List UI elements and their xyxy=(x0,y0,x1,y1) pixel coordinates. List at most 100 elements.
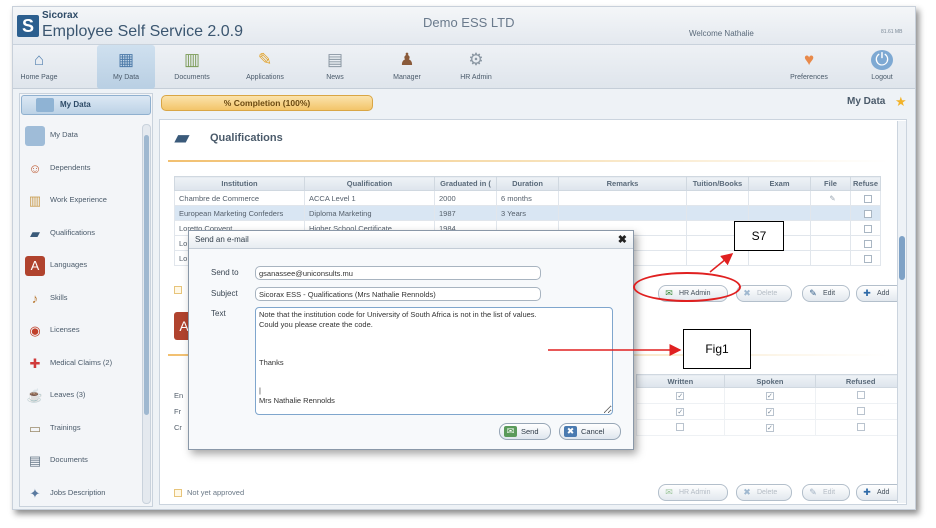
cell xyxy=(558,205,687,221)
sidebar-item-jobs-description[interactable]: ✦ Jobs Description xyxy=(20,478,140,510)
refused-checkbox[interactable] xyxy=(863,239,872,248)
written-checkbox[interactable] xyxy=(676,422,685,431)
cell: ✓ xyxy=(636,387,725,404)
cell xyxy=(748,250,811,266)
cell xyxy=(850,220,881,236)
languages-icon: A xyxy=(25,256,45,276)
written-checkbox[interactable]: ✓ xyxy=(676,408,685,416)
refused-checkbox[interactable] xyxy=(863,254,872,263)
refused-checkbox[interactable] xyxy=(863,209,872,218)
toolbar-news[interactable]: ▤ News xyxy=(317,45,353,89)
cell xyxy=(686,250,749,266)
cell xyxy=(636,419,725,436)
refused-checkbox[interactable] xyxy=(856,406,865,415)
toolbar-mydata[interactable]: ▦ My Data xyxy=(97,45,155,89)
col-duration[interactable]: Duration xyxy=(496,176,559,191)
subject-field[interactable] xyxy=(255,287,541,301)
subject-label: Subject xyxy=(211,289,238,298)
sidebar-item-my-data[interactable]: My Data xyxy=(20,120,140,153)
sidebar-item-licenses[interactable]: ◉ Licenses xyxy=(20,315,140,348)
delete-button-lower[interactable]: ✖ Delete xyxy=(736,484,792,501)
sidebar-item-skills[interactable]: ♪ Skills xyxy=(20,283,140,316)
col-remarks[interactable]: Remarks xyxy=(558,176,687,191)
dependents-icon: ☺ xyxy=(28,160,42,176)
table-row[interactable]: ✓ ✓ xyxy=(636,387,906,404)
logo-icon: S xyxy=(17,15,39,37)
col-exam[interactable]: Exam xyxy=(748,176,811,191)
table-row[interactable]: European Marketing Confeders Diploma Mark… xyxy=(174,205,881,221)
power-icon: ⏻ xyxy=(871,50,893,70)
col-tuition[interactable]: Tuition/Books xyxy=(686,176,749,191)
add-label: Add xyxy=(877,489,890,496)
add-icon: ✚ xyxy=(863,487,871,497)
sidebar-item-work-experience[interactable]: ▥ Work Experience xyxy=(20,185,140,218)
sidebar-scroll-thumb[interactable] xyxy=(144,135,149,415)
send-button[interactable]: ✉ Send xyxy=(499,423,551,440)
mydata-icon: ▦ xyxy=(117,50,135,69)
edit-button[interactable]: ✎ Edit xyxy=(802,285,850,302)
col-institution[interactable]: Institution xyxy=(174,176,305,191)
main-scrollbar[interactable] xyxy=(897,121,906,503)
col-refused[interactable]: Refused xyxy=(815,374,906,388)
legend-swatch xyxy=(174,286,182,295)
sidebar-item-label: Qualifications xyxy=(50,227,96,237)
col-refused[interactable]: Refuse xyxy=(850,176,881,191)
col-spoken[interactable]: Spoken xyxy=(723,374,817,388)
sidebar-item-leaves[interactable]: ☕ Leaves (3) xyxy=(20,380,140,413)
favorite-star-icon[interactable]: ★ xyxy=(895,94,907,110)
message-textarea[interactable]: Note that the institution code for Unive… xyxy=(255,307,613,415)
sidebar-item-label: Leaves (3) xyxy=(50,390,86,399)
spoken-checkbox[interactable]: ✓ xyxy=(765,392,774,400)
edit-button-lower[interactable]: ✎ Edit xyxy=(802,484,850,501)
cancel-button[interactable]: ✖ Cancel xyxy=(559,423,621,440)
delete-button[interactable]: ✖ Delete xyxy=(736,285,792,302)
sidebar-item-medical-claims[interactable]: ✚ Medical Claims (2) xyxy=(20,348,140,381)
spoken-checkbox[interactable]: ✓ xyxy=(765,424,774,432)
callout-s7: S7 xyxy=(734,221,784,251)
sidebar-item-label: Dependents xyxy=(50,162,91,172)
col-graduated[interactable]: Graduated in ( xyxy=(434,176,497,191)
col-written[interactable]: Written xyxy=(636,374,725,388)
home-icon: ⌂ xyxy=(33,50,45,69)
refused-checkbox[interactable] xyxy=(863,224,872,233)
toolbar-preferences[interactable]: ♥ Preferences xyxy=(781,45,837,89)
table-row[interactable]: ✓ ✓ xyxy=(636,403,906,420)
languages-table: Written Spoken Refused ✓ ✓ ✓ ✓ ✓ xyxy=(636,374,906,436)
refused-checkbox[interactable] xyxy=(856,390,865,399)
page-title: My Data xyxy=(847,96,886,107)
completion-bar: % Completion (100%) xyxy=(161,95,373,111)
close-icon[interactable]: ✖ xyxy=(618,233,627,246)
send-label: Send xyxy=(521,427,539,436)
sidebar-item-trainings[interactable]: ▭ Trainings xyxy=(20,413,140,446)
toolbar-logout[interactable]: ⏻ Logout xyxy=(863,45,901,89)
table-row[interactable]: Chambre de Commerce ACCA Level 1 2000 6 mon… xyxy=(174,190,881,206)
sidebar-item-languages[interactable]: A Languages xyxy=(20,250,140,283)
memory-readout: 81.61 MB xyxy=(881,29,903,35)
annotation-ellipse xyxy=(633,272,741,302)
refused-checkbox[interactable] xyxy=(863,194,872,203)
toolbar-home-label: Home Page xyxy=(20,74,58,81)
toolbar-hr-admin[interactable]: ⚙ HR Admin xyxy=(453,45,499,89)
send-to-field[interactable] xyxy=(255,266,541,280)
mydata-icon xyxy=(36,98,54,112)
sidebar-item-dependents[interactable]: ☺ Dependents xyxy=(20,153,140,186)
cell: Chambre de Commerce xyxy=(174,190,305,206)
table-row[interactable]: ✓ xyxy=(636,419,906,436)
sidebar-item-documents[interactable]: ▤ Documents xyxy=(20,445,140,478)
hr-admin-button-lower[interactable]: ✉ HR Admin xyxy=(658,484,728,501)
toolbar-applications[interactable]: ✎ Applications xyxy=(237,45,293,89)
toolbar-home[interactable]: ⌂ Home Page xyxy=(17,45,61,89)
sidebar-item-qualifications[interactable]: ▰ Qualifications xyxy=(20,218,140,251)
attachment-icon[interactable]: ✎ xyxy=(810,190,851,206)
toolbar-documents[interactable]: ▥ Documents xyxy=(167,45,217,89)
welcome-text: Welcome Nathalie xyxy=(689,29,754,38)
col-qualification[interactable]: Qualification xyxy=(304,176,435,191)
sidebar-header[interactable]: My Data xyxy=(21,95,151,115)
refused-checkbox[interactable] xyxy=(856,422,865,431)
written-checkbox[interactable]: ✓ xyxy=(676,392,685,400)
toolbar-manager[interactable]: ♟ Manager xyxy=(385,45,429,89)
sidebar-scrollbar[interactable] xyxy=(142,124,151,504)
main-scroll-thumb[interactable] xyxy=(899,236,905,280)
col-file[interactable]: File xyxy=(810,176,851,191)
spoken-checkbox[interactable]: ✓ xyxy=(765,408,774,416)
